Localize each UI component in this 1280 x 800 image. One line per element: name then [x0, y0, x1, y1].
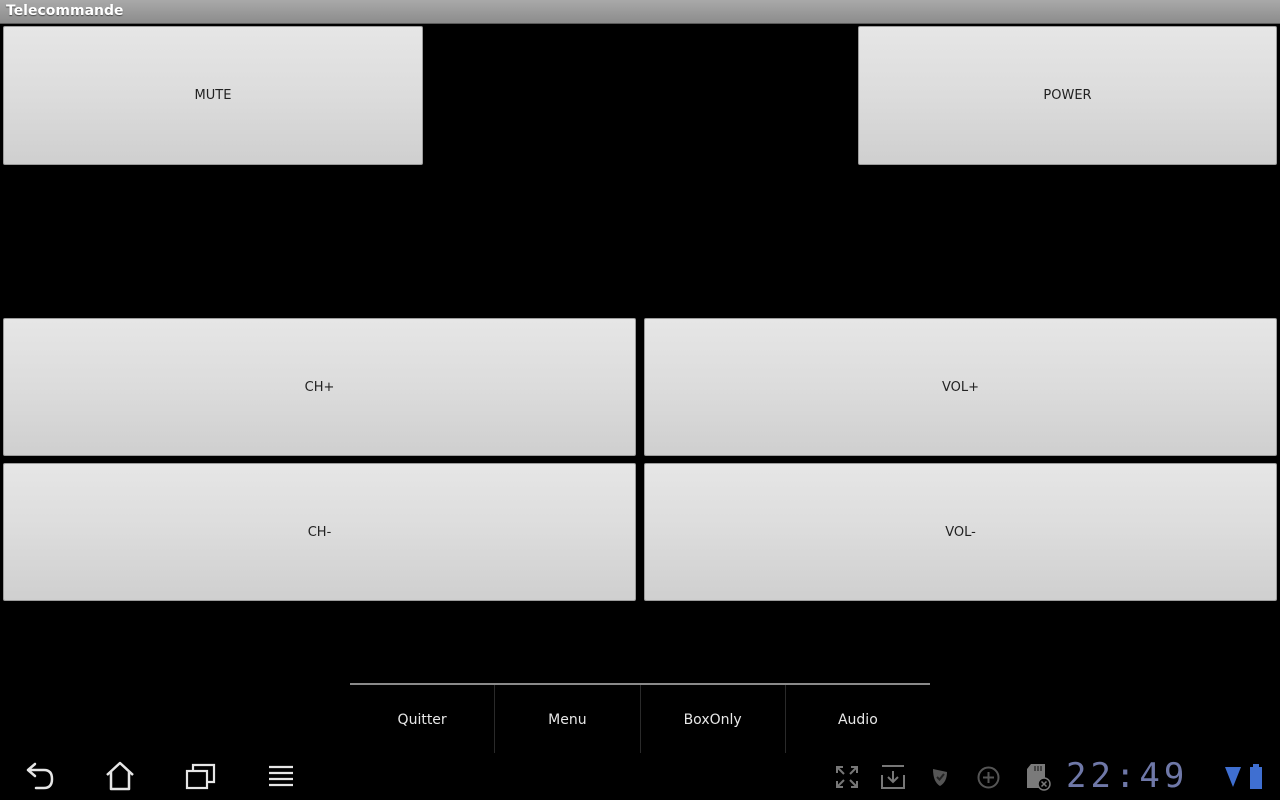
fullscreen-icon[interactable] — [834, 764, 860, 790]
channel-down-button[interactable]: CH- — [3, 463, 636, 601]
options-menu: Quitter Menu BoxOnly Audio — [350, 683, 930, 755]
title-bar: Telecommande — [0, 0, 1280, 24]
recent-apps-icon[interactable] — [184, 760, 218, 794]
shield-icon — [933, 769, 947, 786]
app-title: Telecommande — [6, 3, 124, 19]
download-icon — [881, 765, 905, 789]
menu-item-audio[interactable]: Audio — [786, 685, 930, 755]
volume-down-button[interactable]: VOL- — [644, 463, 1277, 601]
battery-icon — [1250, 764, 1262, 789]
menu-item-quitter[interactable]: Quitter — [350, 685, 496, 755]
menu-icon[interactable] — [265, 760, 297, 794]
status-clock: 22:49 — [1066, 756, 1189, 796]
back-icon[interactable] — [22, 760, 56, 794]
sd-card-error-icon — [1027, 764, 1051, 791]
channel-up-button[interactable]: CH+ — [3, 318, 636, 456]
menu-item-menu[interactable]: Menu — [495, 685, 641, 755]
volume-up-button[interactable]: VOL+ — [644, 318, 1277, 456]
menu-item-boxonly[interactable]: BoxOnly — [641, 685, 786, 755]
power-button[interactable]: POWER — [858, 26, 1277, 165]
mute-button[interactable]: MUTE — [3, 26, 423, 165]
wifi-icon — [1225, 767, 1241, 787]
home-icon[interactable] — [103, 759, 137, 793]
add-circle-icon — [977, 766, 1000, 789]
